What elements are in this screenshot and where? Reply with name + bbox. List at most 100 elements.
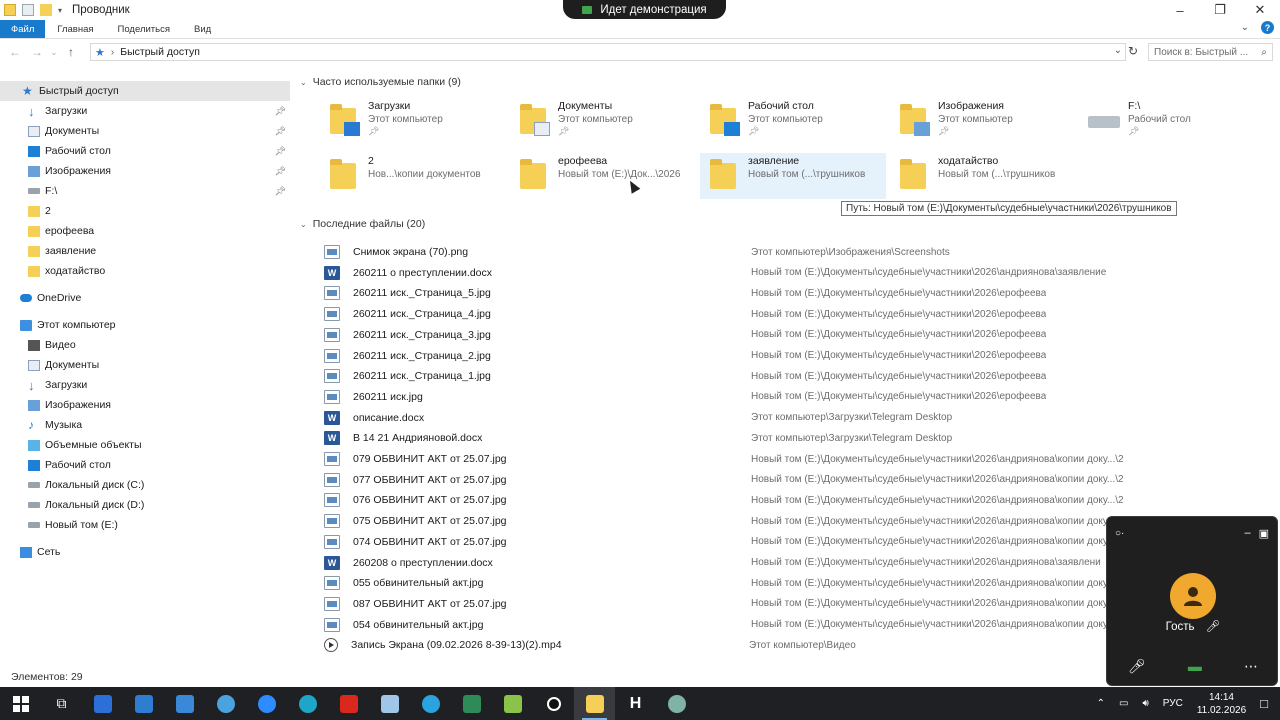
sidebar-item[interactable]: Изображения xyxy=(0,395,290,415)
sidebar-item-this-pc[interactable]: Этот компьютер xyxy=(0,315,290,335)
folder-tile[interactable]: F:\ Рабочий стол 📌︎ xyxy=(1080,98,1266,144)
frequent-folders-header[interactable]: ⌄ Часто используемые папки (9) xyxy=(300,76,461,88)
sidebar-item[interactable]: ↓ Загрузки 📌︎ xyxy=(0,101,290,121)
forward-button[interactable]: → xyxy=(26,45,48,59)
taskbar-app-game[interactable] xyxy=(492,687,533,720)
sidebar-item[interactable]: F:\ 📌︎ xyxy=(0,181,290,201)
taskbar-app-docs[interactable] xyxy=(164,687,205,720)
close-button[interactable]: ✕ xyxy=(1240,0,1280,20)
pin-icon[interactable]: 📌︎ xyxy=(275,146,286,157)
taskbar-app-circle[interactable] xyxy=(205,687,246,720)
taskbar-app-tool[interactable] xyxy=(656,687,697,720)
call-expand-button[interactable]: ▣ xyxy=(1259,527,1269,540)
minimize-button[interactable]: – xyxy=(1160,0,1200,20)
microphone-button[interactable]: 🎤︎ xyxy=(1128,658,1146,675)
list-item[interactable]: Запись Экрана (09.02.2026 8-39-13)(2).mp… xyxy=(320,635,1200,655)
sidebar-item[interactable]: ♪ Музыка xyxy=(0,415,290,435)
list-item[interactable]: 260211 иск._Страница_2.jpg Новый том (E:)… xyxy=(320,346,1200,366)
list-item[interactable]: 260211 иск._Страница_5.jpg Новый том (E:)… xyxy=(320,283,1200,303)
properties-icon[interactable] xyxy=(22,4,34,16)
sidebar-item[interactable]: Изображения 📌︎ xyxy=(0,161,290,181)
folder-tile[interactable]: Загрузки Этот компьютер 📌︎ xyxy=(320,98,506,144)
list-item[interactable]: 087 ОБВИНИТ АКТ от 25.07.jpg Новый том (E… xyxy=(320,594,1200,614)
pin-icon[interactable]: 📌︎ xyxy=(1128,126,1191,137)
list-item[interactable]: 079 ОБВИНИТ АКТ от 25.07.jpg Новый том (E… xyxy=(320,449,1200,469)
help-icon[interactable]: ? xyxy=(1261,21,1274,34)
up-button[interactable]: ↑ xyxy=(60,45,82,59)
pin-icon[interactable]: 📌︎ xyxy=(748,126,823,137)
sidebar-item-onedrive[interactable]: OneDrive xyxy=(0,288,290,308)
list-item[interactable]: 260211 иск._Страница_4.jpg Новый том (E:)… xyxy=(320,304,1200,324)
list-item[interactable]: 260211 иск._Страница_1.jpg Новый том (E:)… xyxy=(320,366,1200,386)
pin-icon[interactable]: 📌︎ xyxy=(558,126,633,137)
taskbar-app-window[interactable] xyxy=(123,687,164,720)
network-tray-icon[interactable]: ▭ xyxy=(1119,698,1128,709)
call-minimize-button[interactable]: ‒ xyxy=(1244,527,1250,540)
taskbar-edge[interactable] xyxy=(287,687,328,720)
pin-icon[interactable]: 📌︎ xyxy=(275,126,286,137)
sidebar-item-quick-access[interactable]: ★ Быстрый доступ xyxy=(0,81,290,101)
back-button[interactable]: ← xyxy=(4,45,26,59)
sidebar-item[interactable]: Рабочий стол xyxy=(0,455,290,475)
taskbar-telegram[interactable] xyxy=(410,687,451,720)
sidebar-item-network[interactable]: Сеть xyxy=(0,542,290,562)
list-item[interactable]: 074 ОБВИНИТ АКТ от 25.07.jpg Новый том (E… xyxy=(320,532,1200,552)
sidebar-item[interactable]: 2 xyxy=(0,201,290,221)
pin-icon[interactable]: 📌︎ xyxy=(275,166,286,177)
sidebar-item[interactable]: Документы 📌︎ xyxy=(0,121,290,141)
refresh-button[interactable]: ↻ xyxy=(1128,44,1138,58)
expand-ribbon-icon[interactable]: ⌄ xyxy=(1241,22,1249,33)
sidebar-item[interactable]: Локальный диск (D:) xyxy=(0,495,290,515)
language-indicator[interactable]: РУС xyxy=(1163,698,1183,709)
recent-locations-icon[interactable]: ⌄ xyxy=(48,48,60,57)
folder-tile[interactable]: ерофеева Новый том (E:)\Док...\2026 xyxy=(510,153,696,199)
pin-icon[interactable]: 📌︎ xyxy=(368,126,443,137)
address-bar[interactable]: ★ › Быстрый доступ ⌄ xyxy=(90,43,1126,61)
folder-tile[interactable]: ходатайство Новый том (...\трушников xyxy=(890,153,1076,199)
taskbar-zoom[interactable] xyxy=(246,687,287,720)
volume-icon[interactable]: 🔊︎ xyxy=(1142,698,1148,709)
list-item[interactable]: W 260208 о преступлении.docx Новый том (E:… xyxy=(320,553,1200,573)
taskbar-notepad[interactable] xyxy=(369,687,410,720)
new-folder-icon[interactable] xyxy=(40,4,52,16)
folder-tile[interactable]: Рабочий стол Этот компьютер 📌︎ xyxy=(700,98,886,144)
taskbar-acrobat[interactable] xyxy=(328,687,369,720)
list-item[interactable]: 054 обвинительный акт.jpg Новый том (E:)\… xyxy=(320,615,1200,635)
list-item[interactable]: 076 ОБВИНИТ АКТ от 25.07.jpg Новый том (E… xyxy=(320,490,1200,510)
notifications-icon[interactable]: □ xyxy=(1260,696,1268,711)
taskbar-app-dark[interactable] xyxy=(533,687,574,720)
list-item[interactable]: 260211 иск.jpg Новый том (E:)\Документы\с… xyxy=(320,387,1200,407)
maximize-button[interactable]: ❐ xyxy=(1200,0,1240,20)
pin-icon[interactable]: 📌︎ xyxy=(275,186,286,197)
taskbar-mail-app[interactable] xyxy=(82,687,123,720)
folder-tile[interactable]: Изображения Этот компьютер 📌︎ xyxy=(890,98,1076,144)
sidebar-item[interactable]: заявление xyxy=(0,241,290,261)
folder-tile[interactable]: заявление Новый том (...\трушников xyxy=(700,153,886,199)
sidebar-item[interactable]: Локальный диск (C:) xyxy=(0,475,290,495)
folder-tile[interactable]: 2 Нов...\копии документов xyxy=(320,153,506,199)
sidebar-item[interactable]: Документы xyxy=(0,355,290,375)
tray-overflow-icon[interactable]: ⌃ xyxy=(1097,698,1105,709)
taskbar-app-h[interactable]: H xyxy=(615,687,656,720)
sidebar-item[interactable]: Рабочий стол 📌︎ xyxy=(0,141,290,161)
sidebar-item[interactable]: Объемные объекты xyxy=(0,435,290,455)
tab-share[interactable]: Поделиться xyxy=(106,20,182,38)
tab-file[interactable]: Файл xyxy=(0,20,46,38)
folder-tile[interactable]: Документы Этот компьютер 📌︎ xyxy=(510,98,696,144)
screen-share-button[interactable]: ▬ xyxy=(1188,658,1202,675)
taskbar-app-green[interactable] xyxy=(451,687,492,720)
clock[interactable]: 14:14 11.02.2026 xyxy=(1197,691,1246,717)
start-button[interactable] xyxy=(0,687,41,720)
customize-toolbar-icon[interactable]: ▾ xyxy=(58,6,62,15)
pin-icon[interactable]: 📌︎ xyxy=(275,106,286,117)
breadcrumb[interactable]: Быстрый доступ xyxy=(120,46,200,58)
sidebar-item[interactable]: ходатайство xyxy=(0,261,290,281)
list-item[interactable]: Снимок экрана (70).png Этот компьютер\Изо… xyxy=(320,242,1200,262)
sidebar-item[interactable]: ↓ Загрузки xyxy=(0,375,290,395)
address-dropdown-icon[interactable]: ⌄ xyxy=(1114,45,1122,56)
list-item[interactable]: Wописание.docx Этот компьютер\Загрузки\Te… xyxy=(320,408,1200,428)
tab-home[interactable]: Главная xyxy=(45,20,105,38)
sidebar-item[interactable]: ерофеева xyxy=(0,221,290,241)
recent-files-header[interactable]: ⌄ Последние файлы (20) xyxy=(300,218,425,230)
more-options-button[interactable]: ⋯ xyxy=(1244,658,1258,675)
